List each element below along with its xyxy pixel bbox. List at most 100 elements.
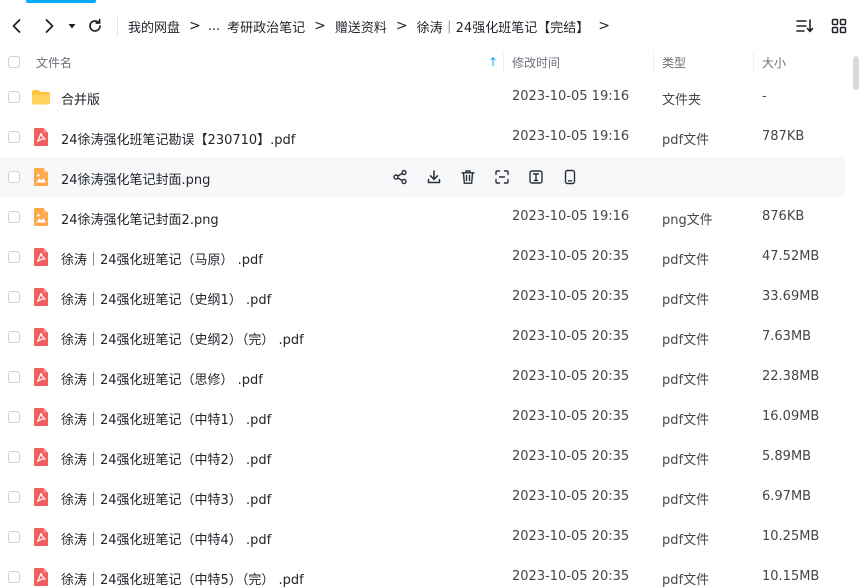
grid-view-button[interactable]: [829, 16, 849, 36]
breadcrumb-item-current-folder[interactable]: 徐涛｜24强化班笔记【完结】: [417, 17, 590, 36]
download-icon: [426, 169, 442, 185]
select-all-checkbox[interactable]: [8, 56, 20, 68]
image-icon: [31, 207, 51, 227]
row-checkbox[interactable]: [8, 291, 20, 303]
pdf-icon: [31, 287, 51, 307]
row-checkbox[interactable]: [8, 211, 20, 223]
history-dropdown-button[interactable]: [64, 13, 80, 39]
file-row[interactable]: 合并版 2023-10-05 19:16 文件夹 -: [0, 77, 845, 117]
row-checkbox[interactable]: [8, 531, 20, 543]
file-name[interactable]: 合并版: [61, 89, 100, 108]
file-size: 33.69MB: [762, 289, 820, 304]
back-button[interactable]: [4, 13, 30, 39]
file-list-header: 文件名 ↑ 修改时间 类型 大小: [0, 48, 845, 76]
file-name[interactable]: 徐涛｜24强化班笔记（思修） .pdf: [61, 369, 263, 388]
file-type: pdf文件: [662, 493, 710, 508]
phone-button[interactable]: [560, 167, 580, 187]
scan-button[interactable]: [492, 167, 512, 187]
file-name[interactable]: 徐涛｜24强化班笔记（中特1） .pdf: [61, 409, 271, 428]
modified-time: 2023-10-05 20:35: [512, 289, 630, 304]
file-type: png文件: [662, 213, 713, 228]
file-name[interactable]: 徐涛｜24强化班笔记（中特4） .pdf: [61, 529, 271, 548]
file-name[interactable]: 徐涛｜24强化班笔记（马原） .pdf: [61, 249, 263, 268]
file-row[interactable]: 24徐涛强化笔记封面2.png 2023-10-05 19:16 png文件 876K…: [0, 197, 845, 237]
file-row[interactable]: 徐涛｜24强化班笔记（中特4） .pdf 2023-10-05 20:35 pdf文…: [0, 517, 845, 557]
file-row[interactable]: 徐涛｜24强化班笔记（史纲2）（完） .pdf 2023-10-05 20:35 p…: [0, 317, 845, 357]
breadcrumb-separator: >: [395, 18, 408, 34]
file-name[interactable]: 徐涛｜24强化班笔记（史纲1） .pdf: [61, 289, 271, 308]
scrollbar-track[interactable]: [849, 48, 859, 588]
file-row[interactable]: 24徐涛强化班笔记勘误【230710】.pdf 2023-10-05 19:16 p…: [0, 117, 845, 157]
file-name[interactable]: 徐涛｜24强化班笔记（史纲2）（完） .pdf: [61, 329, 304, 348]
sort-button[interactable]: [795, 16, 815, 36]
chevron-right-icon: [45, 19, 54, 33]
phone-icon: [562, 169, 578, 185]
modified-time: 2023-10-05 20:35: [512, 369, 630, 384]
modified-time: 2023-10-05 20:35: [512, 409, 630, 424]
row-checkbox[interactable]: [8, 451, 20, 463]
modified-time: 2023-10-05 19:16: [512, 89, 630, 104]
row-checkbox[interactable]: [8, 371, 20, 383]
chevron-left-icon: [12, 19, 21, 33]
file-type: pdf文件: [662, 253, 710, 268]
pdf-icon: [31, 407, 51, 427]
row-checkbox[interactable]: [8, 571, 20, 583]
file-row[interactable]: 徐涛｜24强化班笔记（中特5）（完） .pdf 2023-10-05 20:35 p…: [0, 557, 845, 588]
file-name[interactable]: 徐涛｜24强化班笔记（中特2） .pdf: [61, 449, 271, 468]
file-type: pdf文件: [662, 413, 710, 428]
row-checkbox[interactable]: [8, 131, 20, 143]
breadcrumb-item-politics-notes[interactable]: 考研政治笔记: [227, 17, 305, 36]
share-icon: [392, 169, 408, 185]
modified-time: 2023-10-05 20:35: [512, 329, 630, 344]
breadcrumb-separator: >: [314, 18, 326, 34]
file-size: 876KB: [762, 209, 805, 224]
pdf-icon: [31, 487, 51, 507]
file-size: 10.15MB: [762, 569, 820, 584]
download-button[interactable]: [424, 167, 444, 187]
column-header-name[interactable]: 文件名: [36, 54, 72, 71]
breadcrumb-ellipsis[interactable]: ...: [208, 19, 220, 34]
row-checkbox[interactable]: [8, 251, 20, 263]
sort-ascending-icon[interactable]: ↑: [488, 55, 498, 69]
column-divider: [753, 52, 754, 72]
file-row[interactable]: 徐涛｜24强化班笔记（中特2） .pdf 2023-10-05 20:35 pdf文…: [0, 437, 845, 477]
file-type: pdf文件: [662, 533, 710, 548]
refresh-button[interactable]: [82, 13, 108, 39]
row-checkbox[interactable]: [8, 491, 20, 503]
row-checkbox[interactable]: [8, 91, 20, 103]
file-name[interactable]: 24徐涛强化笔记封面.png: [61, 169, 210, 188]
file-type: pdf文件: [662, 373, 710, 388]
file-name[interactable]: 24徐涛强化笔记封面2.png: [61, 209, 219, 228]
column-header-size[interactable]: 大小: [762, 54, 786, 71]
file-row[interactable]: 徐涛｜24强化班笔记（思修） .pdf 2023-10-05 20:35 pdf文件…: [0, 357, 845, 397]
file-list: 合并版 2023-10-05 19:16 文件夹 - 24徐涛强化班笔记勘误【23071…: [0, 77, 845, 588]
file-row[interactable]: 徐涛｜24强化班笔记（马原） .pdf 2023-10-05 20:35 pdf文件…: [0, 237, 845, 277]
file-row[interactable]: 徐涛｜24强化班笔记（中特3） .pdf 2023-10-05 20:35 pdf文…: [0, 477, 845, 517]
modified-time: 2023-10-05 20:35: [512, 569, 630, 584]
share-button[interactable]: [390, 167, 410, 187]
row-action-bar: [390, 167, 580, 187]
file-name[interactable]: 24徐涛强化班笔记勘误【230710】.pdf: [61, 129, 295, 148]
pdf-icon: [31, 327, 51, 347]
file-name[interactable]: 徐涛｜24强化班笔记（中特3） .pdf: [61, 489, 271, 508]
file-row[interactable]: 徐涛｜24强化班笔记（中特1） .pdf 2023-10-05 20:35 pdf文…: [0, 397, 845, 437]
row-checkbox[interactable]: [8, 411, 20, 423]
scrollbar-thumb[interactable]: [853, 56, 859, 90]
delete-button[interactable]: [458, 167, 478, 187]
file-size: -: [762, 89, 767, 104]
file-size: 10.25MB: [762, 529, 820, 544]
forward-button[interactable]: [36, 13, 62, 39]
breadcrumb-item-root[interactable]: 我的网盘: [128, 17, 180, 36]
file-type: pdf文件: [662, 453, 710, 468]
pdf-icon: [31, 527, 51, 547]
file-row[interactable]: 24徐涛强化笔记封面.png: [0, 157, 845, 197]
text-extract-button[interactable]: [526, 167, 546, 187]
column-header-type[interactable]: 类型: [662, 54, 686, 71]
file-name[interactable]: 徐涛｜24强化班笔记（中特5）（完） .pdf: [61, 569, 304, 588]
row-checkbox[interactable]: [8, 331, 20, 343]
file-type: 文件夹: [662, 93, 702, 108]
row-checkbox[interactable]: [8, 171, 20, 183]
column-header-modified-time[interactable]: 修改时间: [512, 54, 560, 71]
file-row[interactable]: 徐涛｜24强化班笔记（史纲1） .pdf 2023-10-05 20:35 pdf文…: [0, 277, 845, 317]
breadcrumb-item-bonus-materials[interactable]: 赠送资料: [335, 17, 387, 36]
